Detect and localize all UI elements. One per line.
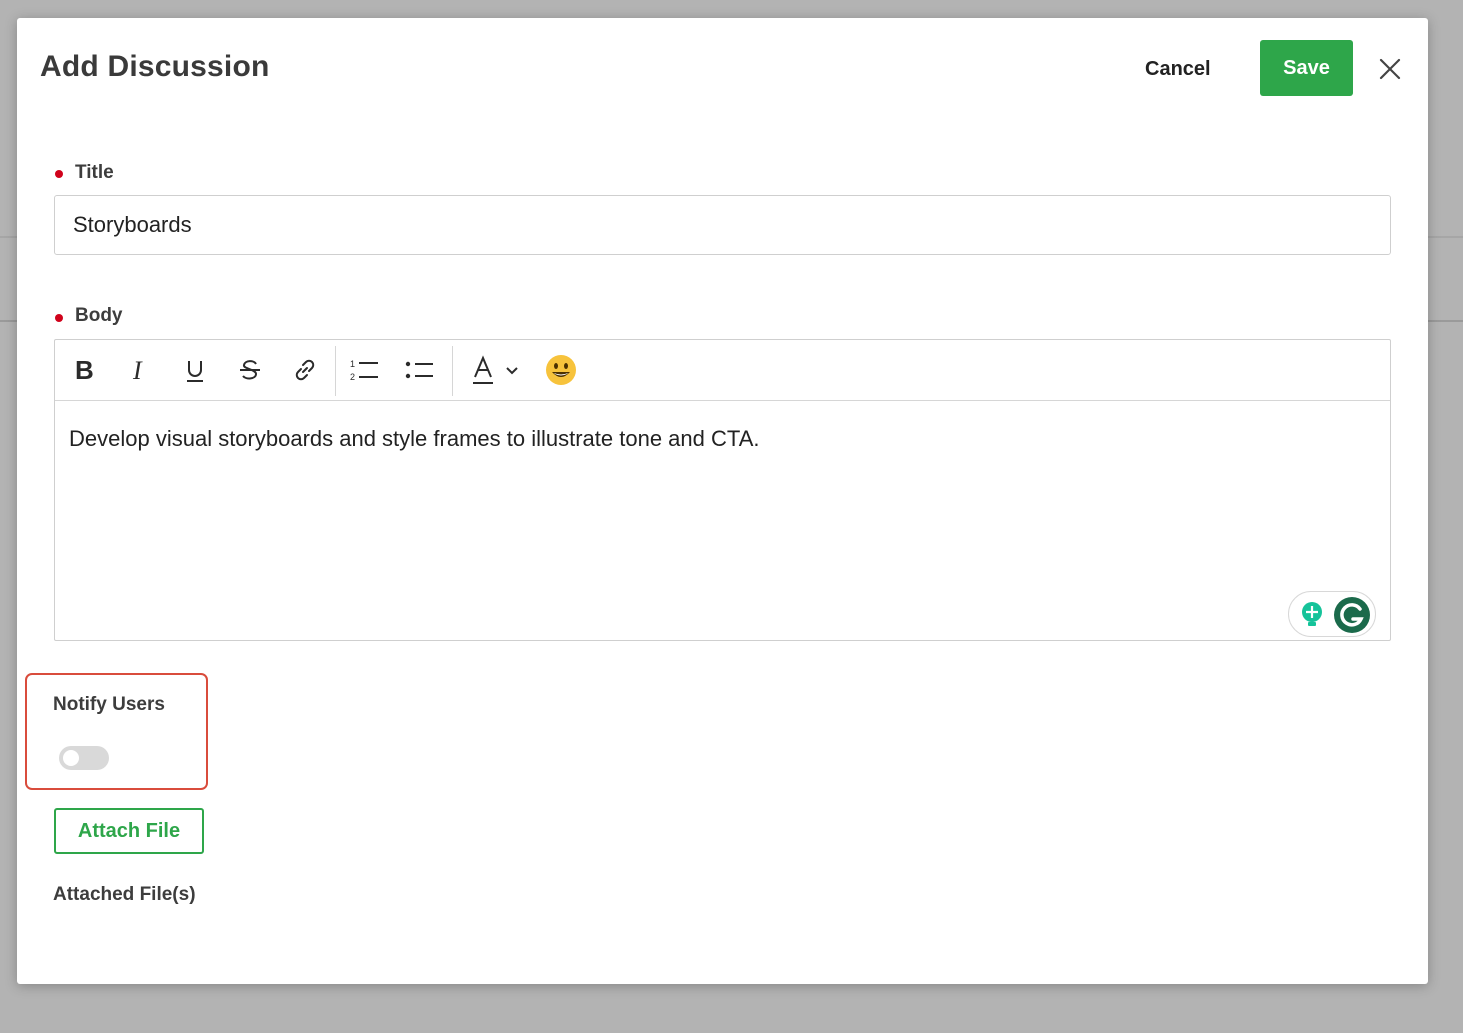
bold-icon[interactable]: B [67, 352, 103, 388]
required-indicator [55, 314, 63, 322]
editor-toolbar: B I 1 2 [55, 340, 1390, 401]
close-icon[interactable] [1375, 54, 1405, 84]
notify-users-label: Notify Users [53, 694, 165, 715]
lightbulb-icon [1302, 602, 1322, 626]
emoji-icon[interactable] [543, 352, 579, 388]
text-color-icon[interactable] [465, 352, 501, 388]
toolbar-divider [335, 346, 336, 396]
grammarly-icon [1334, 597, 1370, 633]
notify-users-highlight [25, 673, 208, 790]
grammarly-widget[interactable] [1288, 591, 1376, 637]
svg-text:B: B [75, 356, 94, 384]
svg-text:2: 2 [350, 372, 355, 382]
background-divider [0, 236, 18, 238]
body-editor[interactable]: B I 1 2 Develop visual storyboards and s… [54, 339, 1391, 641]
chevron-down-icon[interactable] [501, 352, 523, 388]
background-divider [1428, 320, 1463, 322]
underline-icon[interactable] [177, 352, 213, 388]
attached-files-label: Attached File(s) [53, 884, 196, 905]
svg-text:I: I [132, 356, 143, 384]
notify-users-toggle[interactable] [59, 746, 109, 770]
body-label: Body [75, 305, 123, 326]
body-text[interactable]: Develop visual storyboards and style fra… [69, 424, 1376, 454]
ordered-list-icon[interactable]: 1 2 [346, 352, 382, 388]
background-divider [0, 320, 18, 322]
required-indicator [55, 170, 63, 178]
toggle-knob [63, 750, 79, 766]
bullet-list-icon[interactable] [401, 352, 437, 388]
title-input[interactable] [54, 195, 1391, 255]
title-label: Title [75, 162, 114, 183]
attach-file-button[interactable]: Attach File [54, 808, 204, 854]
link-icon[interactable] [287, 352, 323, 388]
toolbar-divider [452, 346, 453, 396]
italic-icon[interactable]: I [122, 352, 158, 388]
add-discussion-modal: Add Discussion Cancel Save Title Body B … [17, 18, 1428, 984]
svg-text:1: 1 [350, 359, 355, 369]
background-divider [1428, 236, 1463, 238]
save-button[interactable]: Save [1260, 40, 1353, 96]
modal-title: Add Discussion [40, 50, 270, 83]
cancel-button[interactable]: Cancel [1145, 54, 1211, 84]
strikethrough-icon[interactable] [232, 352, 268, 388]
